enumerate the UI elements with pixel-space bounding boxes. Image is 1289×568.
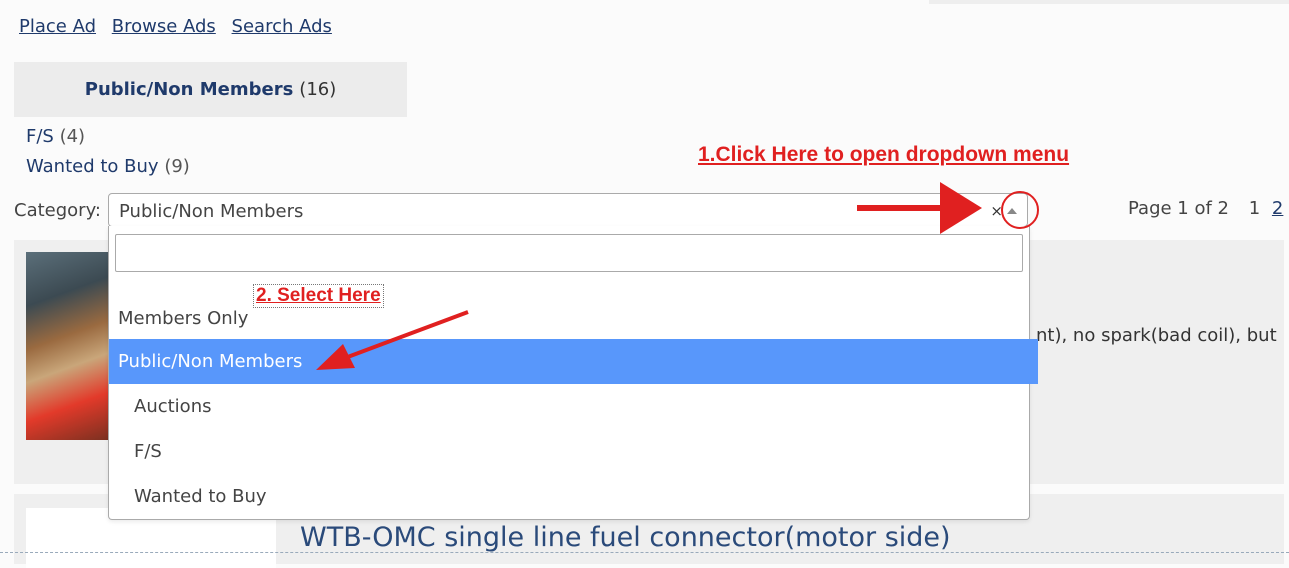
subcategory-name: Wanted to Buy: [26, 156, 159, 177]
category-select-value: Public/Non Members: [119, 201, 304, 222]
browse-ads-link[interactable]: Browse Ads: [112, 16, 216, 37]
category-name: Public/Non Members: [84, 79, 294, 100]
subcategory-count: (4): [59, 126, 86, 147]
option-auctions[interactable]: Auctions: [109, 384, 1054, 429]
dropdown-search-input[interactable]: [115, 234, 1023, 272]
annotation-step2: 2. Select Here: [253, 284, 384, 308]
subcategory-count: (9): [164, 156, 190, 177]
top-strip: [929, 0, 1289, 4]
pagination: Page 1 of 2 1 2: [1128, 198, 1283, 219]
category-dropdown: Members Only Public/Non Members Auctions…: [108, 226, 1038, 520]
subcategory-link-fs[interactable]: F/S (4): [26, 126, 85, 147]
category-select[interactable]: Public/Non Members ×: [108, 193, 1028, 227]
category-header[interactable]: Public/Non Members (16): [14, 62, 407, 117]
option-public-non-members[interactable]: Public/Non Members: [109, 339, 1038, 384]
ad-title[interactable]: WTB-OMC single line fuel connector(motor…: [300, 522, 951, 553]
subcategory-link-wanted[interactable]: Wanted to Buy (9): [26, 156, 190, 177]
page-2-link[interactable]: 2: [1272, 198, 1283, 219]
option-members-only[interactable]: Members Only: [109, 296, 1038, 341]
place-ad-link[interactable]: Place Ad: [19, 16, 96, 37]
category-label: Category:: [14, 200, 101, 221]
subcategory-name: F/S: [26, 126, 54, 147]
option-wanted-to-buy[interactable]: Wanted to Buy: [109, 474, 1054, 519]
dropdown-arrow-icon[interactable]: [1007, 208, 1017, 214]
ad-thumbnail[interactable]: [26, 252, 110, 440]
page-indicator: Page 1 of 2: [1128, 198, 1229, 219]
clear-icon[interactable]: ×: [990, 202, 1003, 220]
ad-nav: Place Ad Browse Ads Search Ads: [19, 16, 342, 37]
annotation-step1: 1.Click Here to open dropdown menu: [698, 143, 1070, 166]
option-fs[interactable]: F/S: [109, 429, 1054, 474]
page-1: 1: [1248, 198, 1261, 219]
category-count: (16): [299, 79, 337, 100]
search-ads-link[interactable]: Search Ads: [232, 16, 332, 37]
ad-snippet: nt), no spark(bad coil), but: [1036, 325, 1277, 346]
